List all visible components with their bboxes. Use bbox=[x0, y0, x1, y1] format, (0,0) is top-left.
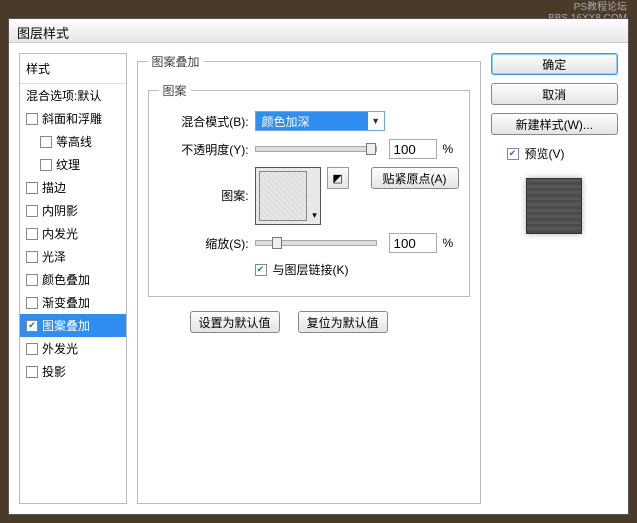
sidebar-item-颜色叠加[interactable]: 颜色叠加 bbox=[20, 268, 126, 291]
sidebar-item-投影[interactable]: 投影 bbox=[20, 360, 126, 383]
chevron-down-icon: ▾ bbox=[310, 168, 320, 224]
sidebar-item-label: 描边 bbox=[42, 179, 66, 196]
opacity-label: 不透明度(Y): bbox=[159, 141, 249, 158]
blend-mode-dropdown[interactable]: 颜色加深 ▼ bbox=[255, 111, 385, 131]
sidebar-item-label: 等高线 bbox=[56, 133, 92, 150]
new-style-button[interactable]: 新建样式(W)... bbox=[491, 113, 618, 135]
scale-slider[interactable] bbox=[255, 240, 377, 246]
sidebar-checkbox[interactable] bbox=[26, 343, 38, 355]
titlebar: 图层样式 bbox=[9, 19, 628, 43]
dialog-window: 图层样式 样式 混合选项:默认 斜面和浮雕等高线纹理描边内阴影内发光光泽颜色叠加… bbox=[8, 18, 629, 515]
blend-mode-label: 混合模式(B): bbox=[159, 113, 249, 130]
sidebar-checkbox[interactable] bbox=[40, 159, 52, 171]
sidebar-checkbox[interactable] bbox=[26, 274, 38, 286]
dropdown-arrow-icon: ▼ bbox=[368, 116, 384, 126]
sidebar-item-label: 内发光 bbox=[42, 225, 78, 242]
styles-sidebar: 样式 混合选项:默认 斜面和浮雕等高线纹理描边内阴影内发光光泽颜色叠加渐变叠加图… bbox=[19, 53, 127, 504]
opacity-slider-thumb[interactable] bbox=[366, 143, 376, 155]
sidebar-item-图案叠加[interactable]: 图案叠加 bbox=[20, 314, 126, 337]
pattern-group: 图案 混合模式(B): 颜色加深 ▼ 不透明度(Y): bbox=[148, 82, 470, 297]
scale-label: 缩放(S): bbox=[159, 235, 249, 252]
window-title: 图层样式 bbox=[17, 26, 69, 41]
sidebar-item-外发光[interactable]: 外发光 bbox=[20, 337, 126, 360]
main-panel: 图案叠加 图案 混合模式(B): 颜色加深 ▼ 不透明度(Y): bbox=[137, 53, 481, 504]
sidebar-checkbox[interactable] bbox=[26, 228, 38, 240]
sidebar-item-渐变叠加[interactable]: 渐变叠加 bbox=[20, 291, 126, 314]
sidebar-checkbox[interactable] bbox=[26, 320, 38, 332]
sidebar-item-等高线[interactable]: 等高线 bbox=[20, 130, 126, 153]
scale-slider-thumb[interactable] bbox=[272, 237, 282, 249]
sidebar-item-label: 光泽 bbox=[42, 248, 66, 265]
link-layer-checkbox[interactable] bbox=[255, 264, 267, 276]
cancel-button[interactable]: 取消 bbox=[491, 83, 618, 105]
right-panel: 确定 取消 新建样式(W)... 预览(V) bbox=[491, 53, 618, 504]
sidebar-header: 样式 bbox=[20, 54, 126, 84]
sidebar-checkbox[interactable] bbox=[26, 251, 38, 263]
preview-swatch bbox=[526, 178, 582, 234]
sidebar-item-label: 纹理 bbox=[56, 156, 80, 173]
sidebar-item-斜面和浮雕[interactable]: 斜面和浮雕 bbox=[20, 107, 126, 130]
sidebar-item-内发光[interactable]: 内发光 bbox=[20, 222, 126, 245]
sidebar-item-内阴影[interactable]: 内阴影 bbox=[20, 199, 126, 222]
sidebar-item-label: 图案叠加 bbox=[42, 317, 90, 334]
ok-button[interactable]: 确定 bbox=[491, 53, 618, 75]
link-layer-label: 与图层链接(K) bbox=[273, 261, 349, 278]
new-preset-button[interactable]: ◩ bbox=[327, 167, 349, 189]
sidebar-checkbox[interactable] bbox=[26, 205, 38, 217]
reset-default-button[interactable]: 复位为默认值 bbox=[298, 311, 388, 333]
pattern-overlay-title: 图案叠加 bbox=[148, 53, 204, 70]
pattern-picker[interactable]: ▾ bbox=[255, 167, 321, 225]
sidebar-item-label: 外发光 bbox=[42, 340, 78, 357]
sidebar-item-描边[interactable]: 描边 bbox=[20, 176, 126, 199]
sidebar-item-纹理[interactable]: 纹理 bbox=[20, 153, 126, 176]
sidebar-item-label: 斜面和浮雕 bbox=[42, 110, 102, 127]
scale-input[interactable] bbox=[389, 233, 437, 253]
sidebar-item-label: 内阴影 bbox=[42, 202, 78, 219]
opacity-input[interactable] bbox=[389, 139, 437, 159]
scale-percent: % bbox=[443, 236, 459, 250]
sidebar-checkbox[interactable] bbox=[40, 136, 52, 148]
pattern-label: 图案: bbox=[159, 167, 249, 204]
preview-label: 预览(V) bbox=[525, 145, 565, 162]
opacity-slider[interactable] bbox=[255, 146, 377, 152]
sidebar-item-label: 颜色叠加 bbox=[42, 271, 90, 288]
sidebar-checkbox[interactable] bbox=[26, 297, 38, 309]
sidebar-checkbox[interactable] bbox=[26, 366, 38, 378]
sidebar-item-label: 投影 bbox=[42, 363, 66, 380]
opacity-percent: % bbox=[443, 142, 459, 156]
sidebar-blend-options[interactable]: 混合选项:默认 bbox=[20, 84, 126, 107]
pattern-overlay-group: 图案叠加 图案 混合模式(B): 颜色加深 ▼ 不透明度(Y): bbox=[137, 53, 481, 504]
blend-mode-value: 颜色加深 bbox=[256, 112, 368, 130]
sidebar-item-光泽[interactable]: 光泽 bbox=[20, 245, 126, 268]
pattern-preview bbox=[259, 171, 307, 221]
sidebar-item-label: 渐变叠加 bbox=[42, 294, 90, 311]
snap-origin-button[interactable]: 贴紧原点(A) bbox=[371, 167, 459, 189]
sidebar-checkbox[interactable] bbox=[26, 113, 38, 125]
preview-checkbox[interactable] bbox=[507, 148, 519, 160]
sidebar-checkbox[interactable] bbox=[26, 182, 38, 194]
make-default-button[interactable]: 设置为默认值 bbox=[190, 311, 280, 333]
pattern-group-title: 图案 bbox=[159, 82, 191, 99]
